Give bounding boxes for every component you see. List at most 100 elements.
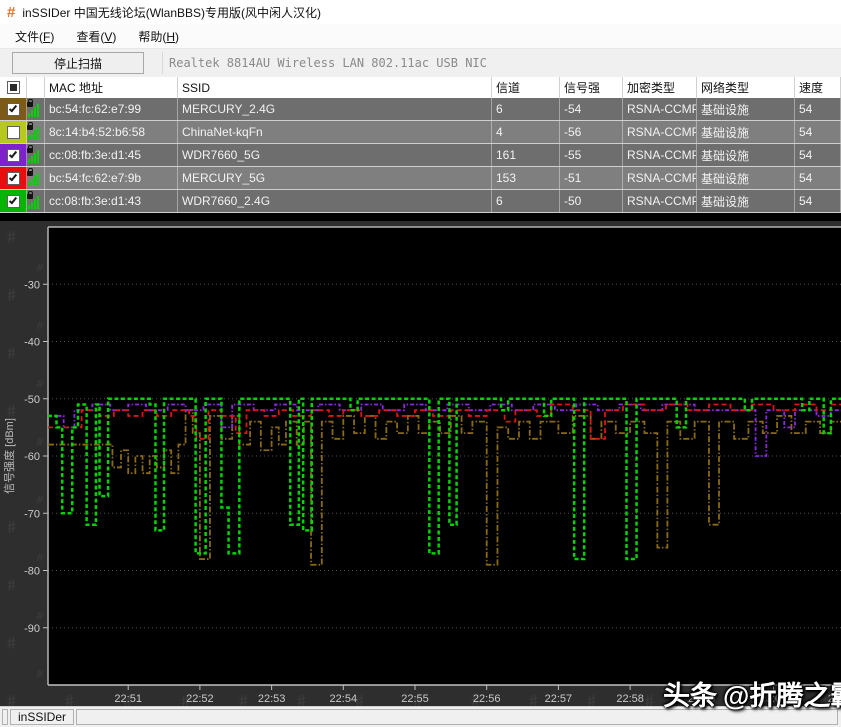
row-color-cell — [0, 144, 27, 166]
window-title: inSSIDer 中国无线论坛(WlanBBS)专用版(风中闲人汉化) — [22, 4, 321, 21]
table-row[interactable]: bc:54:fc:62:e7:9bMERCURY_5G153-51RSNA-CC… — [0, 167, 841, 190]
column-header[interactable]: 信道 — [492, 77, 560, 98]
cell-signal: -55 — [560, 144, 623, 166]
cell-encryption: RSNA-CCMP — [623, 144, 697, 166]
menu-bar: 文件(F)查看(V)帮助(H) — [0, 24, 841, 49]
row-checkbox[interactable] — [7, 126, 20, 139]
svg-text:22:54: 22:54 — [330, 693, 358, 705]
row-checkbox[interactable] — [7, 172, 20, 185]
cell-speed: 54 — [795, 144, 841, 166]
lock-icon — [27, 125, 33, 130]
secure-signal-strength-icon — [27, 102, 44, 117]
table-row[interactable]: cc:08:fb:3e:d1:45WDR7660_5G161-55RSNA-CC… — [0, 144, 841, 167]
cell-channel: 6 — [492, 190, 560, 212]
signal-time-chart: ##-30-40-50-60-70-80-9022:5122:5222:5322… — [0, 221, 841, 706]
row-icon-cell — [27, 167, 45, 189]
status-grip-panel — [2, 709, 8, 725]
watermark-brand: 头条 — [663, 681, 717, 711]
svg-text:-70: -70 — [24, 508, 40, 520]
svg-text:22:57: 22:57 — [545, 693, 573, 705]
menu-item[interactable]: 查看(V) — [65, 24, 127, 49]
select-all-checkbox-cell[interactable] — [0, 77, 27, 98]
select-all-checkbox[interactable] — [7, 81, 20, 94]
lock-icon — [27, 102, 33, 107]
adapter-name-label: Realtek 8814AU Wireless LAN 802.11ac USB… — [162, 52, 841, 74]
svg-text:22:55: 22:55 — [401, 693, 429, 705]
cell-channel: 153 — [492, 167, 560, 189]
toutiao-watermark: 头条@折腾之霸 — [663, 674, 841, 713]
cell-ssid: MERCURY_5G — [178, 167, 492, 189]
column-header[interactable] — [27, 77, 45, 98]
cell-mac: bc:54:fc:62:e7:99 — [45, 98, 178, 120]
column-header[interactable]: MAC 地址 — [45, 77, 178, 98]
column-header[interactable]: 加密类型 — [623, 77, 697, 98]
svg-text:-90: -90 — [24, 623, 40, 635]
svg-text:-80: -80 — [24, 566, 40, 578]
column-header[interactable]: SSID — [178, 77, 492, 98]
menu-item[interactable]: 文件(F) — [4, 24, 65, 49]
table-row[interactable]: cc:08:fb:3e:d1:43WDR7660_2.4G6-50RSNA-CC… — [0, 190, 841, 213]
cell-signal: -50 — [560, 190, 623, 212]
table-empty-area — [0, 213, 841, 221]
svg-text:-60: -60 — [24, 451, 40, 463]
svg-text:22:53: 22:53 — [258, 693, 286, 705]
cell-ssid: WDR7660_5G — [178, 144, 492, 166]
stop-scan-button[interactable]: 停止扫描 — [12, 52, 144, 74]
tab-inssider[interactable]: inSSIDer — [10, 709, 74, 725]
cell-speed: 54 — [795, 167, 841, 189]
cell-signal: -56 — [560, 121, 623, 143]
svg-text:22:58: 22:58 — [616, 693, 644, 705]
svg-text:22:52: 22:52 — [186, 693, 214, 705]
cell-mac: cc:08:fb:3e:d1:43 — [45, 190, 178, 212]
row-color-cell — [0, 190, 27, 212]
column-header[interactable]: 速度 — [795, 77, 841, 98]
cell-channel: 4 — [492, 121, 560, 143]
row-color-cell — [0, 121, 27, 143]
cell-encryption: RSNA-CCMP — [623, 167, 697, 189]
secure-signal-strength-icon — [27, 148, 44, 163]
menu-item[interactable]: 帮助(H) — [127, 24, 190, 49]
chart-panel: ##-30-40-50-60-70-80-9022:5122:5222:5322… — [0, 221, 841, 706]
row-icon-cell — [27, 98, 45, 120]
lock-icon — [27, 171, 33, 176]
secure-signal-strength-icon — [27, 171, 44, 186]
cell-signal: -51 — [560, 167, 623, 189]
title-bar: # inSSIDer 中国无线论坛(WlanBBS)专用版(风中闲人汉化) — [0, 0, 841, 24]
lock-icon — [27, 148, 33, 153]
check-mark-icon — [9, 173, 17, 182]
secure-signal-strength-icon — [27, 125, 44, 140]
cell-encryption: RSNA-CCMP — [623, 190, 697, 212]
table-row[interactable]: bc:54:fc:62:e7:99MERCURY_2.4G6-54RSNA-CC… — [0, 98, 841, 121]
cell-mac: 8c:14:b4:52:b6:58 — [45, 121, 178, 143]
cell-ssid: MERCURY_2.4G — [178, 98, 492, 120]
row-icon-cell — [27, 144, 45, 166]
cell-speed: 54 — [795, 98, 841, 120]
y-axis-title: 信号强度 [dBm] — [2, 418, 16, 494]
column-header[interactable]: 网络类型 — [697, 77, 795, 98]
cell-speed: 54 — [795, 121, 841, 143]
row-color-cell — [0, 167, 27, 189]
svg-text:-50: -50 — [24, 394, 40, 406]
column-header[interactable]: 信号强 — [560, 77, 623, 98]
toolbar: 停止扫描 Realtek 8814AU Wireless LAN 802.11a… — [0, 49, 841, 77]
row-checkbox[interactable] — [7, 195, 20, 208]
svg-text:22:56: 22:56 — [473, 693, 501, 705]
table-row[interactable]: 8c:14:b4:52:b6:58ChinaNet-kqFn4-56RSNA-C… — [0, 121, 841, 144]
watermark-handle: @折腾之霸 — [723, 681, 841, 711]
row-color-cell — [0, 98, 27, 120]
cell-signal: -54 — [560, 98, 623, 120]
row-checkbox[interactable] — [7, 149, 20, 162]
check-mark-icon — [9, 196, 17, 205]
row-checkbox[interactable] — [7, 103, 20, 116]
cell-network: 基础设施 — [697, 167, 795, 189]
svg-text:22:51: 22:51 — [114, 693, 142, 705]
inssider-window: # inSSIDer 中国无线论坛(WlanBBS)专用版(风中闲人汉化) 文件… — [0, 0, 841, 727]
network-table: MAC 地址SSID信道信号强加密类型网络类型速度 bc:54:fc:62:e7… — [0, 77, 841, 213]
cell-mac: bc:54:fc:62:e7:9b — [45, 167, 178, 189]
cell-network: 基础设施 — [697, 98, 795, 120]
app-logo-icon: # — [7, 4, 15, 21]
cell-channel: 6 — [492, 98, 560, 120]
cell-channel: 161 — [492, 144, 560, 166]
cell-ssid: ChinaNet-kqFn — [178, 121, 492, 143]
cell-speed: 54 — [795, 190, 841, 212]
